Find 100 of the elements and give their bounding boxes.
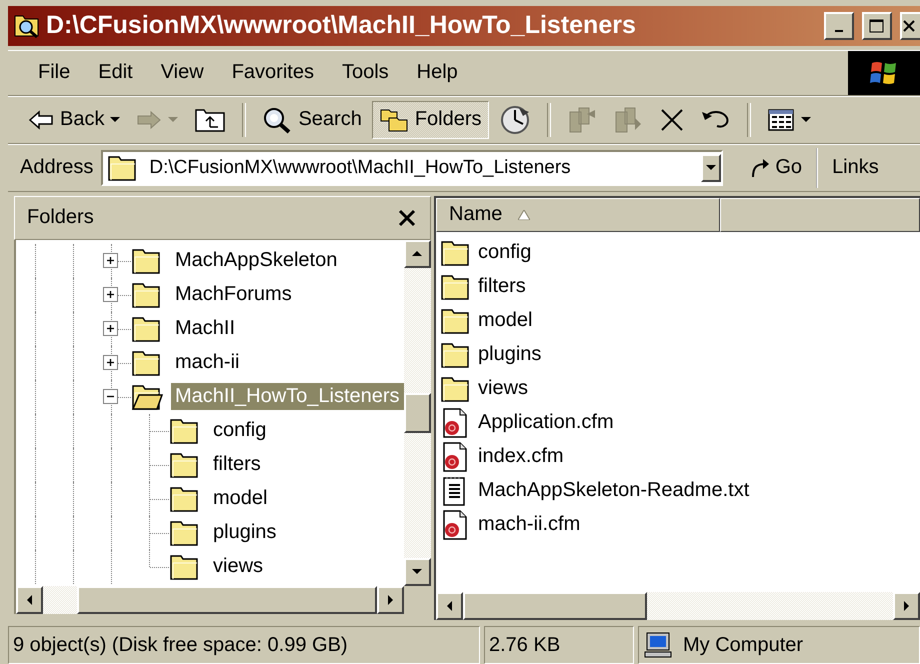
scroll-down-button[interactable] xyxy=(404,558,431,586)
tree-item[interactable]: MachII xyxy=(171,315,240,342)
file-name[interactable]: config xyxy=(478,241,532,264)
views-icon xyxy=(766,108,795,132)
minimize-button[interactable] xyxy=(824,12,854,40)
scroll-thumb[interactable] xyxy=(76,586,377,614)
search-icon xyxy=(262,106,292,134)
folder-icon xyxy=(169,552,201,581)
history-icon xyxy=(498,104,531,136)
scroll-right-button[interactable] xyxy=(376,586,404,614)
go-arrow-icon xyxy=(749,156,772,179)
status-size: 2.76 KB xyxy=(484,626,634,664)
go-button[interactable]: Go xyxy=(731,148,818,188)
scrollbar-corner xyxy=(404,586,431,614)
scroll-thumb[interactable] xyxy=(463,592,647,620)
folders-icon xyxy=(378,106,409,133)
copy-to-icon xyxy=(612,106,643,134)
folder-icon xyxy=(169,450,201,479)
address-label: Address xyxy=(20,156,94,180)
close-icon xyxy=(902,18,916,33)
tree-item[interactable]: filters xyxy=(209,451,265,478)
file-name[interactable]: views xyxy=(478,377,528,400)
back-arrow-icon xyxy=(28,110,54,130)
tree-item[interactable]: config xyxy=(209,417,270,444)
scroll-thumb[interactable] xyxy=(404,393,431,434)
folder-icon xyxy=(440,340,472,369)
maximize-button[interactable] xyxy=(862,12,892,40)
move-to-icon xyxy=(566,106,597,134)
scroll-right-button[interactable] xyxy=(893,592,920,620)
folder-icon xyxy=(131,348,163,377)
file-name[interactable]: filters xyxy=(478,275,526,298)
folder-icon xyxy=(440,374,472,403)
zone-label: My Computer xyxy=(683,634,804,657)
scroll-up-button[interactable] xyxy=(404,240,431,268)
plus-icon xyxy=(106,290,115,299)
column-header[interactable]: Name xyxy=(436,198,720,232)
folder-icon xyxy=(169,484,201,513)
tree-item[interactable]: MachAppSkeleton xyxy=(171,247,342,274)
folder-icon xyxy=(169,416,201,445)
maximize-icon xyxy=(869,18,885,33)
tree-item[interactable]: model xyxy=(209,485,272,512)
caret-icon xyxy=(800,116,811,123)
folders-button[interactable]: Folders xyxy=(372,100,489,139)
expand-toggle[interactable] xyxy=(103,286,118,302)
menu-item[interactable]: Help xyxy=(402,61,472,84)
links-button[interactable]: Links xyxy=(826,156,879,180)
file-name[interactable]: mach-ii.cfm xyxy=(478,513,580,536)
scroll-left-button[interactable] xyxy=(16,586,43,614)
tree-item[interactable]: views xyxy=(209,553,268,580)
file-name[interactable]: MachAppSkeleton-Readme.txt xyxy=(478,479,750,502)
forward-arrow-icon xyxy=(136,110,162,130)
delete-icon xyxy=(658,106,685,133)
explorer-icon xyxy=(14,14,40,38)
status-text: 9 object(s) (Disk free space: 0.99 GB) xyxy=(8,626,480,664)
folder-up-icon xyxy=(194,106,226,133)
search-button[interactable]: Search xyxy=(256,100,368,139)
folder-icon xyxy=(169,518,201,547)
open-folder-icon xyxy=(131,382,163,411)
file-name[interactable]: plugins xyxy=(478,343,542,366)
window-title: D:\CFusionMX\wwwroot\MachII_HowTo_Listeners xyxy=(46,11,637,40)
collapse-toggle[interactable] xyxy=(103,388,118,404)
folder-icon xyxy=(131,314,163,343)
horizontal-scrollbar[interactable] xyxy=(436,592,920,620)
plus-icon xyxy=(106,358,115,367)
menu-item[interactable]: Favorites xyxy=(218,61,328,84)
minimize-icon xyxy=(835,30,843,32)
folder-icon xyxy=(440,306,472,335)
scroll-left-button[interactable] xyxy=(436,592,463,620)
tree-item[interactable]: mach-ii xyxy=(171,349,244,376)
menu-item[interactable]: Edit xyxy=(84,61,147,84)
file-name[interactable]: Application.cfm xyxy=(478,411,614,434)
file-name[interactable]: index.cfm xyxy=(478,445,564,468)
close-button[interactable] xyxy=(900,12,920,40)
back-button[interactable]: Back xyxy=(22,100,126,139)
computer-icon xyxy=(643,631,673,660)
tree-item[interactable]: MachII_HowTo_Listeners xyxy=(171,383,404,410)
file-name[interactable]: model xyxy=(478,309,532,332)
vertical-scrollbar[interactable] xyxy=(404,240,431,586)
close-icon[interactable] xyxy=(398,208,416,227)
expand-toggle[interactable] xyxy=(103,320,118,336)
expand-toggle[interactable] xyxy=(103,354,118,370)
column-header[interactable] xyxy=(720,198,920,232)
tree-item[interactable]: MachForums xyxy=(171,281,296,308)
horizontal-scrollbar[interactable] xyxy=(14,586,431,614)
folder-icon xyxy=(440,238,472,267)
tree-item[interactable]: plugins xyxy=(209,519,280,546)
menu-item[interactable]: File xyxy=(24,61,84,84)
folder-icon xyxy=(440,272,472,301)
folder-icon xyxy=(131,246,163,275)
menu-item[interactable]: View xyxy=(146,61,218,84)
caret-icon xyxy=(168,116,178,123)
dropdown-button[interactable] xyxy=(701,154,722,182)
plus-icon xyxy=(106,256,115,265)
pane-title: Folders xyxy=(27,206,94,230)
expand-toggle[interactable] xyxy=(103,252,118,268)
folder-icon xyxy=(131,280,163,309)
menu-item[interactable]: Tools xyxy=(328,61,403,84)
address-field[interactable]: D:\CFusionMX\wwwroot\MachII_HowTo_Listeners xyxy=(101,150,724,186)
plus-icon xyxy=(106,324,115,333)
caret-icon xyxy=(110,116,120,123)
